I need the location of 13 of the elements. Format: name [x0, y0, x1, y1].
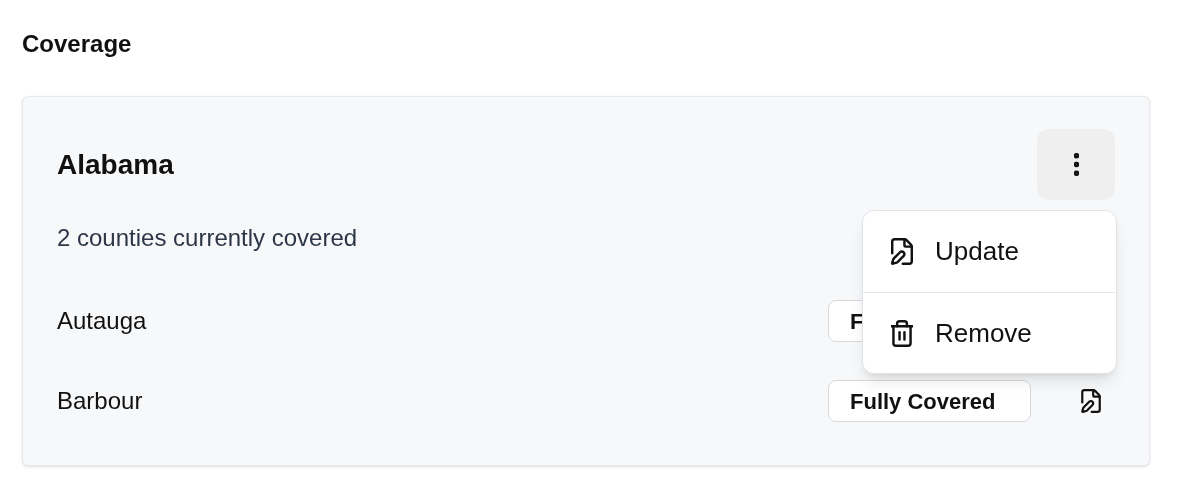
more-icon	[1073, 153, 1079, 176]
edit-file-icon	[1081, 389, 1101, 413]
edit-button[interactable]	[1081, 389, 1101, 413]
coverage-summary: 2 counties currently covered	[57, 223, 358, 253]
menu-item[interactable]: Remove	[863, 292, 1116, 373]
menu-item[interactable]: Update	[863, 211, 1116, 292]
county-name: Barbour	[57, 386, 144, 416]
section-title: Coverage	[22, 29, 132, 59]
state-title: Alabama	[57, 147, 174, 182]
trash-icon	[891, 319, 913, 347]
edit-file-icon	[891, 238, 913, 265]
status-tag: Fully Covered	[828, 380, 1031, 422]
county-name: Autauga	[57, 306, 148, 336]
